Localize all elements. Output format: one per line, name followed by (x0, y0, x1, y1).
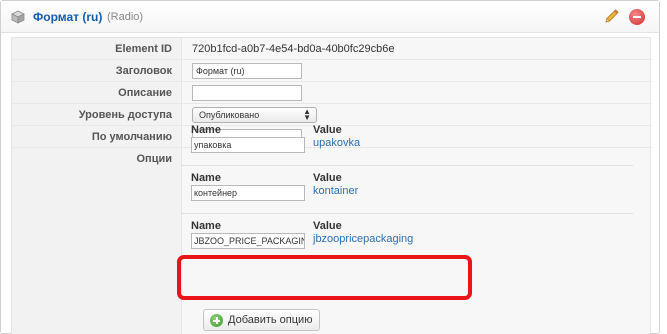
add-option-button[interactable]: Добавить опцию (203, 309, 320, 331)
cube-icon (11, 10, 25, 24)
delete-icon[interactable] (629, 9, 645, 25)
element-panel: Формат (ru) (Radio) Element ID 720b1fcd-… (0, 0, 660, 334)
title-row: Заголовок Формат (ru) (12, 60, 652, 82)
option-value-link[interactable]: upakovka (313, 137, 360, 149)
add-option-label: Добавить опцию (228, 314, 313, 326)
option-value-label: Value (313, 124, 342, 136)
title-input[interactable]: Формат (ru) (192, 63, 302, 79)
edit-pencil-icon[interactable] (603, 9, 619, 25)
option-item: Name Value упаковка upakovka (181, 118, 633, 166)
option-name-input[interactable]: упаковка (191, 137, 305, 153)
add-plus-icon (210, 314, 223, 327)
element-title[interactable]: Формат (ru) (33, 10, 102, 24)
option-value-link[interactable]: jbzoopricepackaging (313, 233, 413, 245)
title-label: Заголовок (115, 65, 172, 77)
option-value-link[interactable]: kontainer (313, 185, 358, 197)
element-id-value: 720b1fcd-a0b7-4e54-bd0a-40b0fc29cb6e (192, 43, 395, 55)
option-item: Name Value контейнер kontainer (181, 166, 633, 214)
highlight-box (177, 255, 472, 300)
element-id-row: Element ID 720b1fcd-a0b7-4e54-bd0a-40b0f… (12, 38, 652, 60)
option-name-label: Name (191, 172, 221, 184)
element-id-label: Element ID (115, 43, 172, 55)
option-value-label: Value (313, 172, 342, 184)
default-label: По умолчанию (91, 131, 172, 143)
option-value-label: Value (313, 220, 342, 232)
option-name-input[interactable]: контейнер (191, 185, 305, 201)
description-row: Описание (12, 82, 652, 104)
options-label: Опции (136, 153, 173, 165)
option-name-label: Name (191, 124, 221, 136)
option-name-label: Name (191, 220, 221, 232)
description-label: Описание (118, 87, 172, 99)
description-input[interactable] (192, 85, 302, 101)
element-header: Формат (ru) (Radio) (1, 1, 659, 33)
access-label: Уровень доступа (78, 109, 172, 121)
option-name-input[interactable]: JBZOO_PRICE_PACKAGING (191, 233, 305, 249)
element-type: (Radio) (107, 11, 144, 23)
